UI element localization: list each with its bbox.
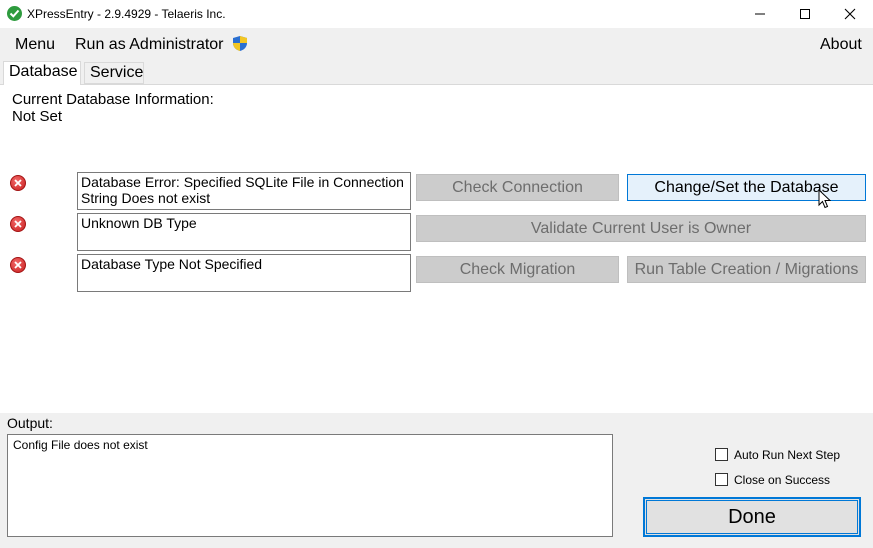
app-check-icon <box>7 6 22 21</box>
database-info-value: Not Set <box>12 108 63 125</box>
auto-run-checkbox[interactable] <box>715 448 728 461</box>
minimize-icon <box>755 13 765 15</box>
close-icon <box>844 8 856 20</box>
window-title: XPressEntry - 2.9.4929 - Telaeris Inc. <box>27 7 226 21</box>
minimize-button[interactable] <box>737 0 783 28</box>
error-icon <box>10 257 26 273</box>
focus-border <box>646 500 858 534</box>
menu-bar: Menu Run as Administrator About <box>0 28 873 61</box>
check-migration-button[interactable]: Check Migration <box>416 256 619 283</box>
uac-shield-icon <box>232 35 248 57</box>
menu-item-about[interactable]: About <box>820 36 862 54</box>
output-textbox[interactable]: Config File does not exist <box>7 434 613 537</box>
auto-run-label[interactable]: Auto Run Next Step <box>734 448 840 462</box>
error-icon <box>10 216 26 232</box>
connection-status-message: Database Error: Specified SQLite File in… <box>77 172 411 210</box>
title-bar: XPressEntry - 2.9.4929 - Telaeris Inc. <box>0 0 873 28</box>
database-tab-panel: Current Database Information: Not Set Da… <box>0 84 873 413</box>
close-on-success-label[interactable]: Close on Success <box>734 473 830 487</box>
tab-database[interactable]: Database <box>3 61 81 85</box>
close-on-success-checkbox[interactable] <box>715 473 728 486</box>
mouse-cursor-icon <box>818 188 832 214</box>
db-type-status-message: Unknown DB Type <box>77 213 411 251</box>
maximize-button[interactable] <box>782 0 828 28</box>
output-label: Output: <box>7 415 53 431</box>
maximize-icon <box>800 9 810 19</box>
check-connection-button[interactable]: Check Connection <box>416 174 619 201</box>
database-info-label: Current Database Information: <box>12 91 214 108</box>
menu-item-run-as-administrator[interactable]: Run as Administrator <box>75 36 224 54</box>
error-icon <box>10 175 26 191</box>
close-button[interactable] <box>827 0 873 28</box>
tab-service[interactable]: Service <box>84 62 144 84</box>
validate-owner-button[interactable]: Validate Current User is Owner <box>416 215 866 242</box>
menu-item-menu[interactable]: Menu <box>15 36 55 54</box>
done-button[interactable]: Done <box>643 497 861 537</box>
migration-status-message: Database Type Not Specified <box>77 254 411 292</box>
run-migrations-button[interactable]: Run Table Creation / Migrations <box>627 256 866 283</box>
